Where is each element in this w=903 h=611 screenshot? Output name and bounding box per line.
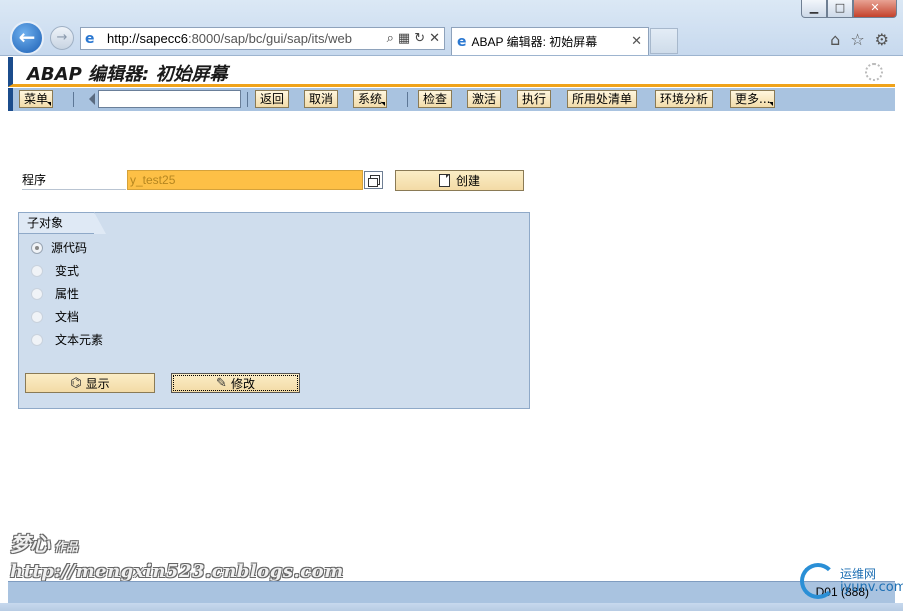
display-button-label: 显示: [85, 376, 110, 391]
radio-label: 文档: [55, 310, 80, 324]
back-arrow-icon[interactable]: ←: [10, 21, 44, 55]
tab-ie-icon: e: [457, 33, 467, 50]
radio-icon[interactable]: [31, 333, 43, 346]
cancel-button[interactable]: 取消: [304, 90, 339, 108]
radio-label: 文本元素: [55, 333, 104, 347]
program-label: 程序: [22, 172, 126, 190]
radio-icon[interactable]: [31, 264, 43, 277]
change-button[interactable]: ✎ 修改: [171, 373, 300, 393]
author-watermark: 梦心 作品 http://mengxin523.cnblogs.com: [10, 528, 344, 582]
create-button[interactable]: 创建: [395, 170, 524, 191]
more-button[interactable]: 更多...: [730, 90, 776, 108]
favorites-star-icon[interactable]: ☆: [850, 30, 864, 49]
window-controls: ▁ □ ✕: [801, 0, 897, 18]
toolbar-separator: [407, 92, 408, 107]
environment-analysis-button[interactable]: 环境分析: [655, 90, 714, 108]
create-button-label: 创建: [455, 174, 480, 188]
radio-label: 源代码: [51, 241, 88, 255]
sap-title-bar: ABAP 编辑器: 初始屏幕: [8, 57, 895, 87]
radio-icon[interactable]: [31, 310, 43, 323]
toolbar-separator: [73, 92, 74, 107]
document-icon: [438, 174, 450, 187]
radio-variants[interactable]: 变式: [31, 262, 79, 279]
browser-chrome: ▁ □ ✕ ← → e http://sapecc6:8000/sap/bc/g…: [0, 0, 903, 56]
logo-ring-icon: [800, 563, 836, 599]
sap-toolbar: 菜单 返回 取消 系统 检查 激活 执行 所用处清单 环境分析 更多...: [8, 88, 895, 111]
logo-line2: iyunv.com: [840, 580, 903, 595]
pencil-icon: ✎: [216, 375, 227, 391]
radio-documentation[interactable]: 文档: [31, 308, 79, 325]
watermark-sub: 作品: [54, 540, 79, 554]
forward-arrow-icon[interactable]: →: [50, 26, 74, 50]
logo-text: 运维网 iyunv.com: [840, 568, 903, 595]
activate-button[interactable]: 激活: [467, 90, 502, 108]
window-frame-bottom: [0, 603, 903, 611]
radio-label: 属性: [55, 287, 80, 301]
site-logo: 运维网 iyunv.com: [800, 563, 903, 599]
radio-selected-icon[interactable]: [31, 241, 43, 254]
system-menu-button[interactable]: 系统: [353, 90, 388, 108]
search-icon[interactable]: ⌕: [387, 31, 394, 46]
subobjects-group: 子对象 源代码 变式 属性 文档 文本元素 ⌬ 显示 ✎ 修改: [18, 212, 530, 409]
subobjects-group-title: 子对象: [19, 212, 106, 234]
display-button[interactable]: ⌬ 显示: [25, 373, 155, 393]
command-field-input[interactable]: [98, 90, 241, 108]
change-button-label: 修改: [230, 376, 255, 391]
browser-toolbar-icons: ⌂ ☆ ⚙: [830, 30, 889, 49]
radio-source-code[interactable]: 源代码: [31, 239, 87, 256]
sap-status-bar: D01 (888): [8, 581, 895, 603]
toolbar-separator: [247, 92, 248, 107]
loading-spinner-icon: [865, 63, 883, 81]
refresh-icon[interactable]: ↻: [414, 31, 425, 46]
radio-attributes[interactable]: 属性: [31, 285, 79, 302]
tab-title: ABAP 编辑器: 初始屏幕: [471, 35, 598, 49]
where-used-list-button[interactable]: 所用处清单: [567, 90, 638, 108]
address-bar[interactable]: e http://sapecc6:8000/sap/bc/gui/sap/its…: [80, 27, 445, 50]
ie-logo-icon: e: [85, 30, 95, 47]
value-help-icon[interactable]: [364, 171, 383, 189]
program-input[interactable]: y_test25: [127, 170, 363, 190]
close-window-button[interactable]: ✕: [853, 0, 897, 18]
minimize-button[interactable]: ▁: [801, 0, 827, 18]
glasses-icon: ⌬: [70, 375, 82, 391]
radio-label: 变式: [55, 264, 80, 278]
new-tab-button[interactable]: [650, 28, 678, 54]
back-button[interactable]: 返回: [255, 90, 290, 108]
execute-button[interactable]: 执行: [517, 90, 552, 108]
radio-icon[interactable]: [31, 287, 43, 300]
address-controls: ⌕ ▦ ↻ ✕: [387, 31, 444, 46]
command-field-toggle-icon[interactable]: [89, 93, 95, 105]
tab-close-icon[interactable]: ✕: [631, 34, 642, 49]
gear-icon[interactable]: ⚙: [875, 30, 889, 49]
url-text: http://sapecc6:8000/sap/bc/gui/sap/its/w…: [107, 31, 353, 46]
radio-text-elements[interactable]: 文本元素: [31, 331, 103, 348]
browser-tab[interactable]: e ABAP 编辑器: 初始屏幕 ✕: [451, 27, 649, 55]
stop-icon[interactable]: ✕: [429, 31, 440, 46]
compat-view-icon[interactable]: ▦: [398, 31, 410, 46]
check-button[interactable]: 检查: [418, 90, 453, 108]
maximize-button[interactable]: □: [827, 0, 853, 18]
home-icon[interactable]: ⌂: [830, 30, 840, 49]
page-title: ABAP 编辑器: 初始屏幕: [27, 64, 228, 85]
menu-button[interactable]: 菜单: [19, 90, 54, 108]
watermark-name: 梦心: [10, 532, 50, 556]
watermark-url: http://mengxin523.cnblogs.com: [10, 561, 344, 582]
